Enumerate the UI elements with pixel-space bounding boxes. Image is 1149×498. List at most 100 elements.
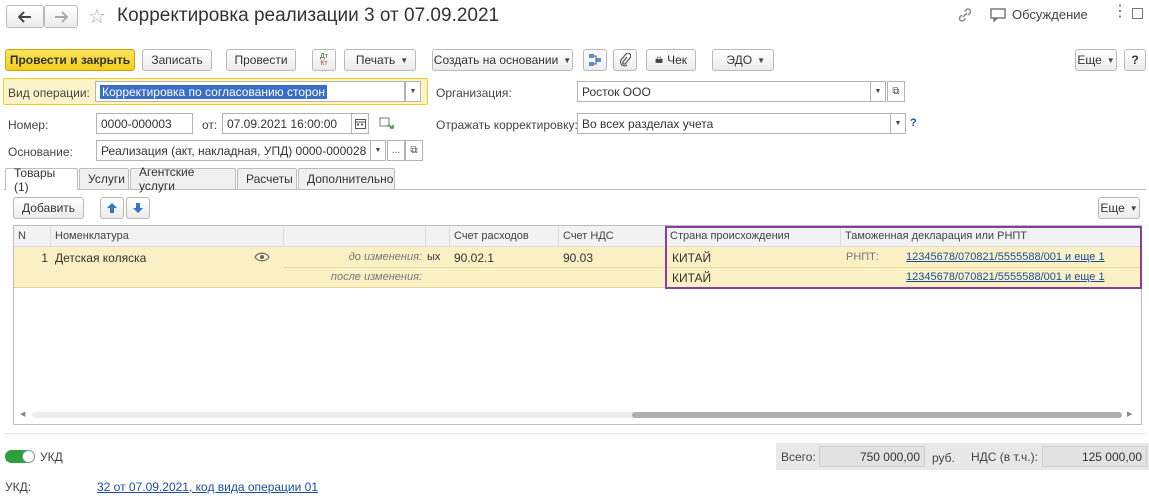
print-label: Печать (355, 53, 396, 67)
date-field[interactable]: 07.09.2021 16:00:00 (222, 113, 352, 134)
operation-type-value: Корректировка по согласованию сторон (100, 84, 328, 99)
create-based-label: Создать на основании (433, 53, 559, 67)
tab-settlements[interactable]: Расчеты (237, 168, 297, 189)
edo-label: ЭДО (726, 53, 753, 67)
page-title: Корректировка реализации 3 от 07.09.2021 (117, 5, 500, 26)
check-label: Чек (667, 53, 687, 67)
chevron-down-icon: ▼ (1106, 55, 1115, 65)
tab-agent-services[interactable]: Агентские услуги (130, 165, 236, 193)
forward-button[interactable] (44, 5, 78, 28)
date-from-label: от: (202, 118, 218, 132)
number-value: 0000-000003 (101, 116, 172, 131)
operation-type-field[interactable]: Корректировка по согласованию сторон (95, 81, 405, 102)
reflect-correction-value: Во всех разделах учета (582, 116, 714, 131)
edo-button[interactable]: ЭДО ▼ (712, 49, 774, 71)
cell-expense-account[interactable]: 90.02.1 (454, 251, 494, 265)
basis-dropdown[interactable]: ▼ (370, 140, 386, 161)
number-field[interactable]: 0000-000003 (96, 113, 193, 134)
reflect-correction-dropdown[interactable]: ▼ (890, 113, 906, 134)
print-button[interactable]: Печать ▼ (344, 49, 416, 71)
post-and-close-button[interactable]: Провести и закрыть (5, 49, 135, 71)
col-header-cut[interactable] (426, 226, 450, 247)
discussion-label: Обсуждение (1012, 7, 1088, 22)
basis-field[interactable]: Реализация (акт, накладная, УПД) 0000-00… (96, 140, 371, 161)
chevron-down-icon: ▼ (563, 55, 572, 65)
basis-open-button[interactable]: ⧉ (405, 140, 423, 161)
date-link-icon[interactable] (379, 116, 395, 133)
cell-before-label: до изменения: (348, 251, 422, 263)
more-vertical-icon[interactable]: ⋮ (1112, 4, 1128, 20)
back-button[interactable] (6, 5, 44, 28)
check-button[interactable]: Чек (646, 49, 696, 71)
basis-select-button[interactable]: ... (387, 140, 405, 161)
discussion-button[interactable]: Обсуждение (990, 7, 1088, 22)
calendar-icon (354, 119, 366, 129)
document-structure-icon (589, 54, 601, 66)
dt-kt-button[interactable]: Дт Кт (312, 49, 336, 71)
tab-goods[interactable]: Товары (1) (5, 166, 78, 194)
scrollbar-thumb[interactable] (632, 412, 1122, 418)
tab-additional[interactable]: Дополнительно (298, 168, 395, 189)
structure-button[interactable] (583, 49, 607, 71)
vat-value-field: 125 000,00 (1042, 446, 1147, 467)
cell-nomenclature[interactable]: Детская коляска (55, 251, 146, 265)
arrow-down-icon (133, 203, 143, 213)
operation-type-label: Вид операции: (8, 86, 90, 100)
currency-label: руб. (932, 451, 955, 465)
col-header-expense-account[interactable]: Счет расходов (450, 226, 559, 247)
search-eye-icon[interactable] (254, 250, 270, 267)
scroll-left-icon[interactable]: ◀ (20, 410, 25, 418)
operation-type-dropdown[interactable]: ▼ (405, 81, 421, 102)
attach-button[interactable] (613, 49, 637, 71)
chevron-down-icon: ▼ (1129, 203, 1138, 213)
move-down-button[interactable] (126, 197, 150, 219)
cash-register-icon (655, 56, 663, 63)
organization-field[interactable]: Росток ООО (577, 81, 871, 102)
organization-dropdown[interactable]: ▼ (870, 81, 886, 102)
ukd-toggle[interactable] (5, 450, 35, 463)
col-header-blank[interactable] (284, 226, 426, 247)
reflect-correction-label: Отражать корректировку: (436, 118, 578, 132)
chevron-down-icon: ▼ (757, 55, 765, 65)
help-button[interactable]: ? (1124, 49, 1146, 71)
footer-separator (4, 433, 1146, 434)
calendar-button[interactable] (351, 113, 369, 134)
chevron-down-icon: ▼ (894, 120, 902, 127)
favorite-star-icon[interactable]: ☆ (88, 4, 106, 29)
arrow-right-icon (55, 10, 68, 23)
create-based-on-button[interactable]: Создать на основании ▼ (432, 49, 573, 71)
col-header-nomenclature[interactable]: Номенклатура (51, 226, 284, 247)
post-button[interactable]: Провести (226, 49, 296, 71)
reflect-help-link[interactable]: ? (910, 117, 917, 129)
add-row-button[interactable]: Добавить (13, 197, 84, 219)
ukd-link[interactable]: 32 от 07.09.2021, код вида операции 01 (97, 480, 318, 494)
organization-open-button[interactable]: ⧉ (887, 81, 905, 102)
link-icon[interactable] (956, 6, 974, 27)
tab-services[interactable]: Услуги (79, 168, 129, 189)
number-label: Номер: (8, 118, 49, 132)
organization-label: Организация: (436, 86, 512, 100)
window-restore-icon[interactable] (1132, 8, 1143, 19)
table-more-button[interactable]: Еще ▼ (1098, 197, 1140, 219)
reflect-correction-field[interactable]: Во всех разделах учета (577, 113, 891, 134)
more-button[interactable]: Еще ▼ (1075, 49, 1117, 71)
more-label: Еще (1077, 53, 1102, 67)
ukd-label: УКД: (5, 480, 32, 494)
table-more-label: Еще (1100, 201, 1125, 215)
dt-kt-icon: Дт Кт (320, 53, 328, 67)
save-button[interactable]: Записать (142, 49, 212, 71)
cell-vat-account[interactable]: 90.03 (563, 251, 593, 265)
move-up-button[interactable] (100, 197, 124, 219)
open-window-icon: ⧉ (410, 145, 418, 156)
chat-icon (990, 7, 1006, 22)
chevron-down-icon: ▼ (374, 147, 382, 154)
col-header-n[interactable]: N (14, 226, 51, 247)
organization-value: Росток ООО (582, 84, 651, 99)
paperclip-icon (619, 53, 631, 67)
scroll-right-icon[interactable]: ▶ (1127, 410, 1132, 418)
col-header-vat-account[interactable]: Счет НДС (559, 226, 666, 247)
vat-value: 125 000,00 (1081, 449, 1142, 464)
basis-value: Реализация (акт, накладная, УПД) 0000-00… (101, 143, 371, 158)
horizontal-scrollbar[interactable]: ◀ ▶ (20, 411, 1135, 419)
vat-label: НДС (в т.ч.): (971, 450, 1038, 464)
